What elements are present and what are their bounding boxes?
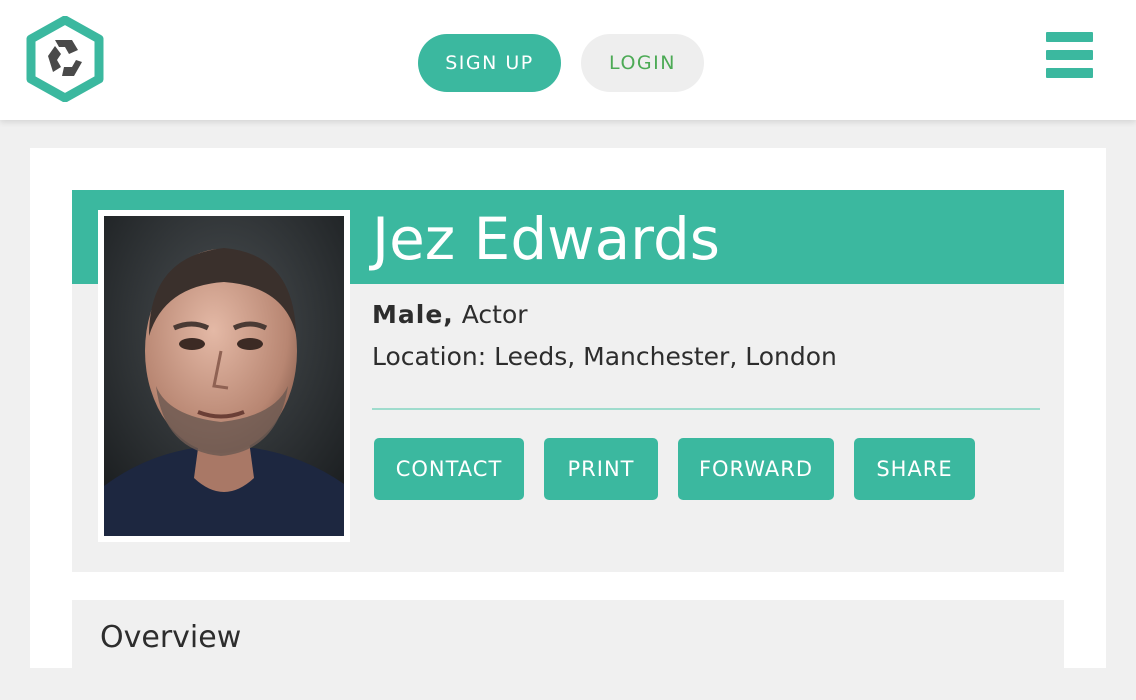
menu-bar: [1046, 68, 1093, 78]
gender-role: Male, Actor: [372, 300, 528, 329]
photo-frame: [98, 210, 350, 542]
gender-label: Male,: [372, 300, 454, 329]
share-button[interactable]: SHARE: [854, 438, 975, 500]
login-button[interactable]: LOGIN: [581, 34, 704, 92]
forward-button[interactable]: FORWARD: [678, 438, 834, 500]
headshot-photo[interactable]: [104, 216, 344, 536]
role-label: Actor: [461, 300, 528, 329]
profile-name: Jez Edwards: [372, 205, 720, 273]
menu-bar: [1046, 32, 1093, 42]
hamburger-menu-icon[interactable]: [1046, 32, 1094, 82]
print-button[interactable]: PRINT: [544, 438, 658, 500]
menu-bar: [1046, 50, 1093, 60]
contact-button[interactable]: CONTACT: [374, 438, 524, 500]
divider: [372, 408, 1040, 410]
location-label: Location: Leeds, Manchester, London: [372, 342, 837, 371]
overview-section: Overview: [72, 600, 1064, 700]
overview-title: Overview: [100, 620, 242, 655]
profile-panel: Jez Edwards Male, Actor Location: Leeds,…: [72, 190, 1064, 572]
hexagon-logo-icon[interactable]: [22, 15, 108, 103]
top-header: SIGN UP LOGIN: [0, 0, 1136, 120]
profile-card: Jez Edwards Male, Actor Location: Leeds,…: [30, 148, 1106, 700]
sign-up-button[interactable]: SIGN UP: [418, 34, 561, 92]
